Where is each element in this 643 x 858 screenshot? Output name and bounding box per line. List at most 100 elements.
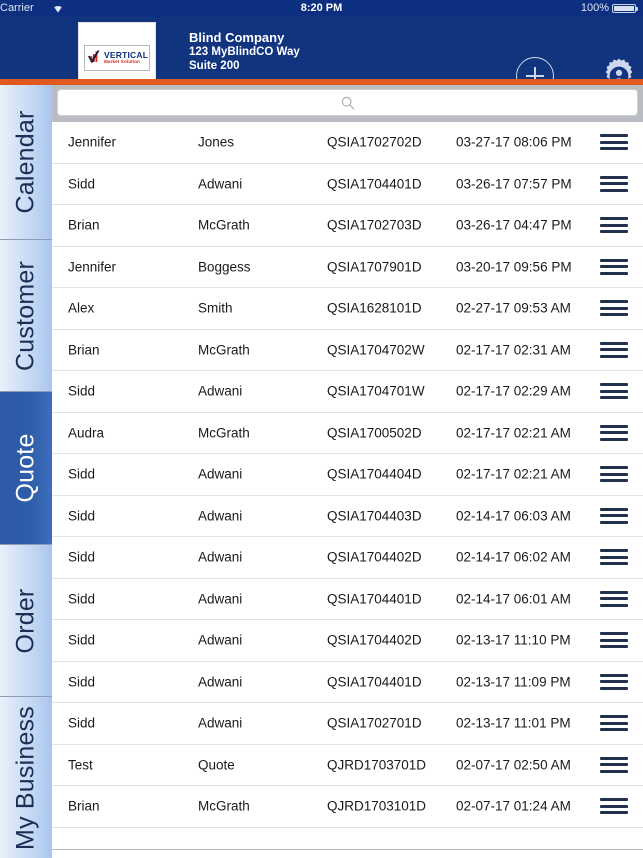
cell-last-name: Adwani [198,466,243,482]
hamburger-menu-icon[interactable] [600,632,628,649]
table-row[interactable]: Test Quote QJRD1703701D 02-07-17 02:50 AM [52,745,643,786]
hamburger-menu-icon[interactable] [600,217,628,234]
hamburger-menu-icon[interactable] [600,715,628,732]
cell-last-name: Boggess [198,259,251,275]
cell-last-name: Adwani [198,632,243,648]
battery-percent-label: 100% [580,2,609,14]
hamburger-menu-icon[interactable] [600,549,628,566]
cell-last-name: Adwani [198,549,243,565]
cell-quote-number: QSIA1707901D [327,259,422,275]
cell-quote-number: QSIA1704701W [327,383,425,399]
hamburger-menu-icon[interactable] [600,258,628,275]
cell-quote-number: QSIA1702702D [327,134,422,150]
table-row[interactable]: Brian McGrath QSIA1702703D 03-26-17 04:47 P… [52,205,643,247]
brand-logo-wordmark: VERTICAL Market Solution [104,51,148,65]
table-row[interactable]: Brian McGrath QJRD1703101D 02-07-17 01:24 A… [52,786,643,828]
cell-last-name: Adwani [198,176,243,192]
battery-icon [612,4,638,13]
table-row[interactable]: Jennifer Boggess QSIA1707901D 03-20-17 09:5… [52,247,643,288]
hamburger-menu-icon[interactable] [600,175,628,192]
company-name: Blind Company [189,30,285,45]
search-input[interactable] [58,90,637,115]
cell-quote-number: QSIA1704402D [327,549,422,565]
table-row[interactable]: Jennifer Jones QSIA1702702D 03-27-17 08:06 … [52,122,643,164]
cell-date: 02-13-17 11:10 PM [456,632,571,648]
hamburger-menu-icon[interactable] [600,673,628,690]
cell-first-name: Brian [68,342,100,358]
company-address-line2: Suite 200 [189,60,240,72]
table-row[interactable]: Sidd Adwani QSIA1702701D 02-13-17 11:01 PM [52,703,643,745]
logo-word: VERTICAL [104,49,149,60]
hamburger-menu-icon[interactable] [600,466,628,483]
table-row[interactable]: Brian McGrath QSIA1704702W 02-17-17 02:31 A… [52,330,643,371]
cell-date: 02-17-17 02:31 AM [456,342,571,358]
hamburger-menu-icon[interactable] [600,507,628,524]
table-row[interactable]: Sidd Adwani QSIA1704701W 02-17-17 02:29 AM [52,371,643,413]
cell-date: 02-13-17 11:09 PM [456,674,571,690]
cell-first-name: Sidd [68,674,96,690]
table-row[interactable]: Sidd Adwani QSIA1704404D 02-17-17 02:21 AM [52,454,643,496]
cell-quote-number: QJRD1703101D [327,798,427,814]
cell-quote-number: QJRD1703701D [327,757,427,773]
hamburger-menu-icon[interactable] [600,590,628,607]
table-row[interactable]: Sidd Adwani QSIA1704401D 02-13-17 11:09 PM [52,662,643,703]
app-header: VERTICAL Market Solution Blind Company 1… [0,17,643,95]
hamburger-menu-icon[interactable] [600,300,628,317]
cell-date: 02-14-17 06:02 AM [456,549,571,565]
table-row[interactable]: Sidd Adwani QSIA1704401D 03-26-17 07:57 PM [52,164,643,205]
cell-last-name: McGrath [198,798,250,814]
cell-last-name: Adwani [198,383,243,399]
cell-first-name: Brian [68,798,100,814]
cell-last-name: McGrath [198,425,250,441]
table-row[interactable]: Sidd Adwani QSIA1704402D 02-13-17 11:10 PM [52,620,643,662]
logo-tagline: Market Solution [104,59,140,65]
sidebar-tab-quote[interactable]: Quote [0,392,52,545]
status-bar: Carrier 8:20 PM 100% [0,0,643,17]
cell-last-name: Jones [198,134,235,150]
cell-date: 02-07-17 01:24 AM [456,798,571,814]
company-info: Blind Company 123 MyBlindCO Way Suite 20… [189,30,300,73]
company-address-line1: 123 MyBlindCO Way [189,46,300,58]
hamburger-menu-icon[interactable] [600,383,628,400]
cell-first-name: Sidd [68,508,96,524]
hamburger-menu-icon[interactable] [600,798,628,815]
cell-quote-number: QSIA1704401D [327,674,422,690]
cell-first-name: Sidd [68,466,96,482]
cell-first-name: Jennifer [68,259,117,275]
cell-last-name: Adwani [198,508,243,524]
sidebar-tabs: Calendar Customer Quote Order My Busines… [0,85,52,858]
cell-last-name: Adwani [198,715,243,731]
cell-date: 03-20-17 09:56 PM [456,259,572,275]
table-row[interactable]: Audra McGrath QSIA1700502D 02-17-17 02:21 A… [52,413,643,454]
sidebar-tab-my-business[interactable]: My Business [0,697,52,858]
cell-date: 02-17-17 02:21 AM [456,425,571,441]
sidebar-tab-label: Order [11,588,40,653]
table-row[interactable]: Alex Smith QSIA1628101D 02-27-17 09:53 AM [52,288,643,330]
table-row[interactable]: Sidd Adwani QSIA1704402D 02-14-17 06:02 AM [52,537,643,579]
vertical-check-bars-icon [88,50,100,64]
cell-first-name: Sidd [68,383,96,399]
cell-last-name: Adwani [198,674,243,690]
hamburger-menu-icon[interactable] [600,756,628,773]
hamburger-menu-icon[interactable] [600,341,628,358]
sidebar-tab-label: Calendar [11,110,40,214]
cell-quote-number: QSIA1704702W [327,342,425,358]
table-row[interactable]: Sidd Adwani QSIA1704403D 02-14-17 06:03 AM [52,496,643,537]
cell-last-name: Quote [198,757,235,773]
cell-quote-number: QSIA1700502D [327,425,422,441]
sidebar-tab-order[interactable]: Order [0,545,52,697]
sidebar-tab-calendar[interactable]: Calendar [0,85,52,240]
cell-quote-number: QSIA1702701D [327,715,422,731]
cell-quote-number: QSIA1704404D [327,466,422,482]
cell-date: 02-14-17 06:01 AM [456,591,571,607]
cell-first-name: Sidd [68,632,96,648]
table-row[interactable]: Sidd Adwani QSIA1704401D 02-14-17 06:01 AM [52,579,643,620]
quote-list-table[interactable]: Jennifer Jones QSIA1702702D 03-27-17 08:06 … [52,122,643,850]
clock-label: 8:20 PM [300,2,343,14]
hamburger-menu-icon[interactable] [600,424,628,441]
sidebar-tab-customer[interactable]: Customer [0,240,52,392]
hamburger-menu-icon[interactable] [600,134,628,151]
search-field[interactable] [57,89,638,116]
cell-date: 03-26-17 07:57 PM [456,176,572,192]
cell-first-name: Brian [68,217,100,233]
